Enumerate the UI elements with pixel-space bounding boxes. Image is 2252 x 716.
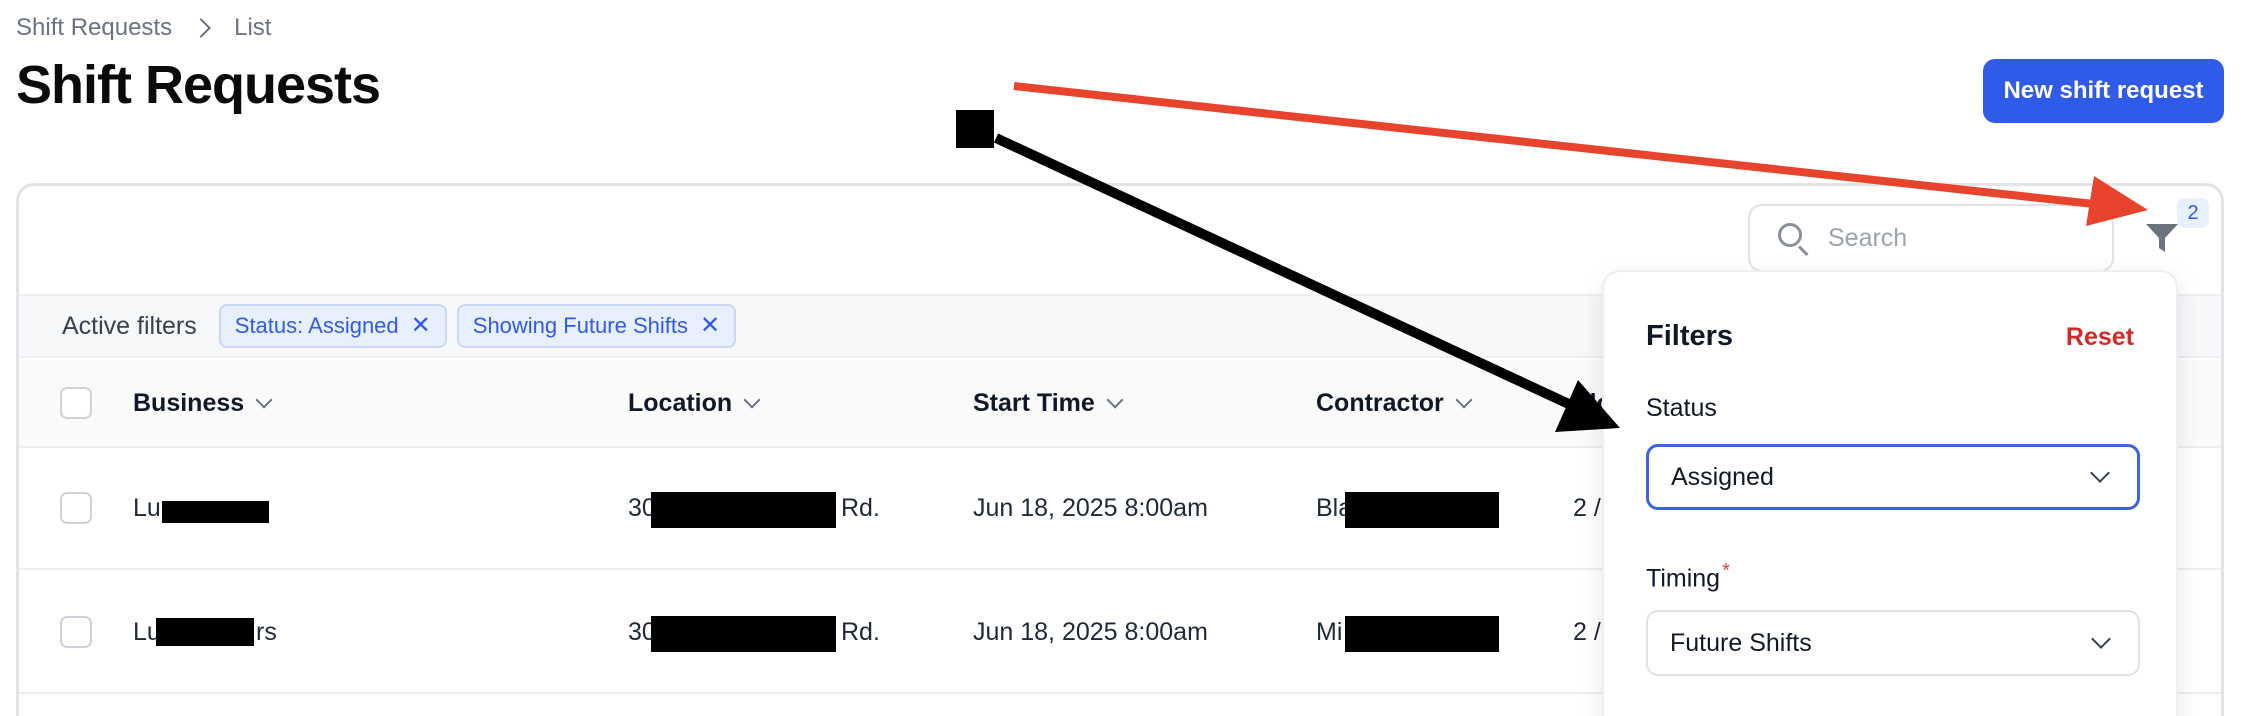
reset-button[interactable]: Reset bbox=[2066, 323, 2134, 352]
row-checkbox-cell bbox=[60, 448, 92, 568]
column-business[interactable]: Business bbox=[133, 360, 273, 446]
column-start-time-label: Start Time bbox=[973, 388, 1095, 417]
active-filters-label: Active filters bbox=[62, 311, 197, 340]
annotation-square-marker bbox=[956, 110, 994, 148]
select-all-checkbox[interactable] bbox=[60, 387, 92, 419]
status-select[interactable]: Assigned bbox=[1646, 444, 2140, 510]
filter-chip-timing[interactable]: Showing Future Shifts ✕ bbox=[456, 304, 737, 348]
chevron-down-icon bbox=[1106, 391, 1124, 409]
required-marker: * bbox=[1722, 560, 1730, 582]
row-checkbox[interactable] bbox=[60, 616, 92, 648]
breadcrumb-list: List bbox=[234, 14, 272, 41]
location-suffix-cell: Rd. bbox=[841, 493, 880, 522]
column-start-time[interactable]: Start Time bbox=[973, 360, 1124, 446]
breadcrumb-shift-requests[interactable]: Shift Requests bbox=[16, 14, 172, 42]
timing-label-text: Timing bbox=[1646, 564, 1721, 593]
timing-label: Timing * bbox=[1646, 560, 1730, 593]
page-title: Shift Requests bbox=[16, 55, 381, 115]
business-cell: Lu bbox=[133, 493, 161, 522]
redaction-box bbox=[651, 492, 836, 528]
column-location[interactable]: Location bbox=[628, 360, 761, 446]
filter-count-badge: 2 bbox=[2177, 198, 2209, 228]
chevron-down-icon bbox=[2090, 463, 2110, 483]
timing-select-value: Future Shifts bbox=[1670, 628, 1812, 657]
slots-cell: 2 / bbox=[1573, 617, 1601, 646]
redaction-box bbox=[1345, 616, 1499, 652]
row-checkbox-cell bbox=[60, 572, 92, 692]
search-icon bbox=[1776, 221, 1810, 257]
status-label: Status bbox=[1646, 394, 1717, 422]
filters-panel-title: Filters bbox=[1646, 320, 1734, 352]
row-checkbox[interactable] bbox=[60, 492, 92, 524]
new-shift-request-button[interactable]: New shift request bbox=[1983, 59, 2224, 123]
redaction-box bbox=[156, 618, 254, 646]
slots-cell: 2 / bbox=[1573, 493, 1601, 522]
filter-chip-timing-label: Showing Future Shifts bbox=[472, 313, 688, 338]
column-business-label: Business bbox=[133, 388, 245, 417]
chevron-down-icon bbox=[2091, 629, 2111, 649]
start-time-cell: Jun 18, 2025 8:00am bbox=[973, 617, 1208, 646]
location-suffix-cell: Rd. bbox=[841, 617, 880, 646]
timing-select[interactable]: Future Shifts bbox=[1646, 610, 2140, 676]
column-contractor[interactable]: Contractor bbox=[1316, 360, 1473, 446]
close-icon[interactable]: ✕ bbox=[700, 314, 720, 338]
status-select-value: Assigned bbox=[1671, 462, 1774, 491]
contractor-cell: Mi bbox=[1316, 617, 1343, 646]
start-time-cell: Jun 18, 2025 8:00am bbox=[973, 493, 1208, 522]
column-contractor-label: Contractor bbox=[1316, 388, 1444, 417]
breadcrumb: Shift Requests List bbox=[16, 10, 271, 46]
chevron-down-icon bbox=[255, 391, 273, 409]
search-placeholder: Search bbox=[1828, 223, 1908, 252]
chevron-down-icon bbox=[1455, 391, 1473, 409]
filter-chip-status[interactable]: Status: Assigned ✕ bbox=[218, 304, 447, 348]
select-all-checkbox-cell bbox=[60, 360, 92, 446]
search-input[interactable]: Search bbox=[1748, 204, 2114, 272]
chevron-right-icon bbox=[191, 18, 211, 38]
redaction-box bbox=[162, 501, 269, 523]
filters-panel: Filters Reset Status Assigned Timing * Fu… bbox=[1602, 270, 2178, 716]
close-icon[interactable]: ✕ bbox=[411, 314, 431, 338]
redaction-box bbox=[1345, 492, 1499, 528]
column-location-label: Location bbox=[628, 388, 733, 417]
business-tail-cell: rs bbox=[256, 617, 277, 646]
filter-chip-status-label: Status: Assigned bbox=[234, 313, 399, 338]
redaction-box bbox=[651, 616, 836, 652]
chevron-down-icon bbox=[743, 391, 761, 409]
